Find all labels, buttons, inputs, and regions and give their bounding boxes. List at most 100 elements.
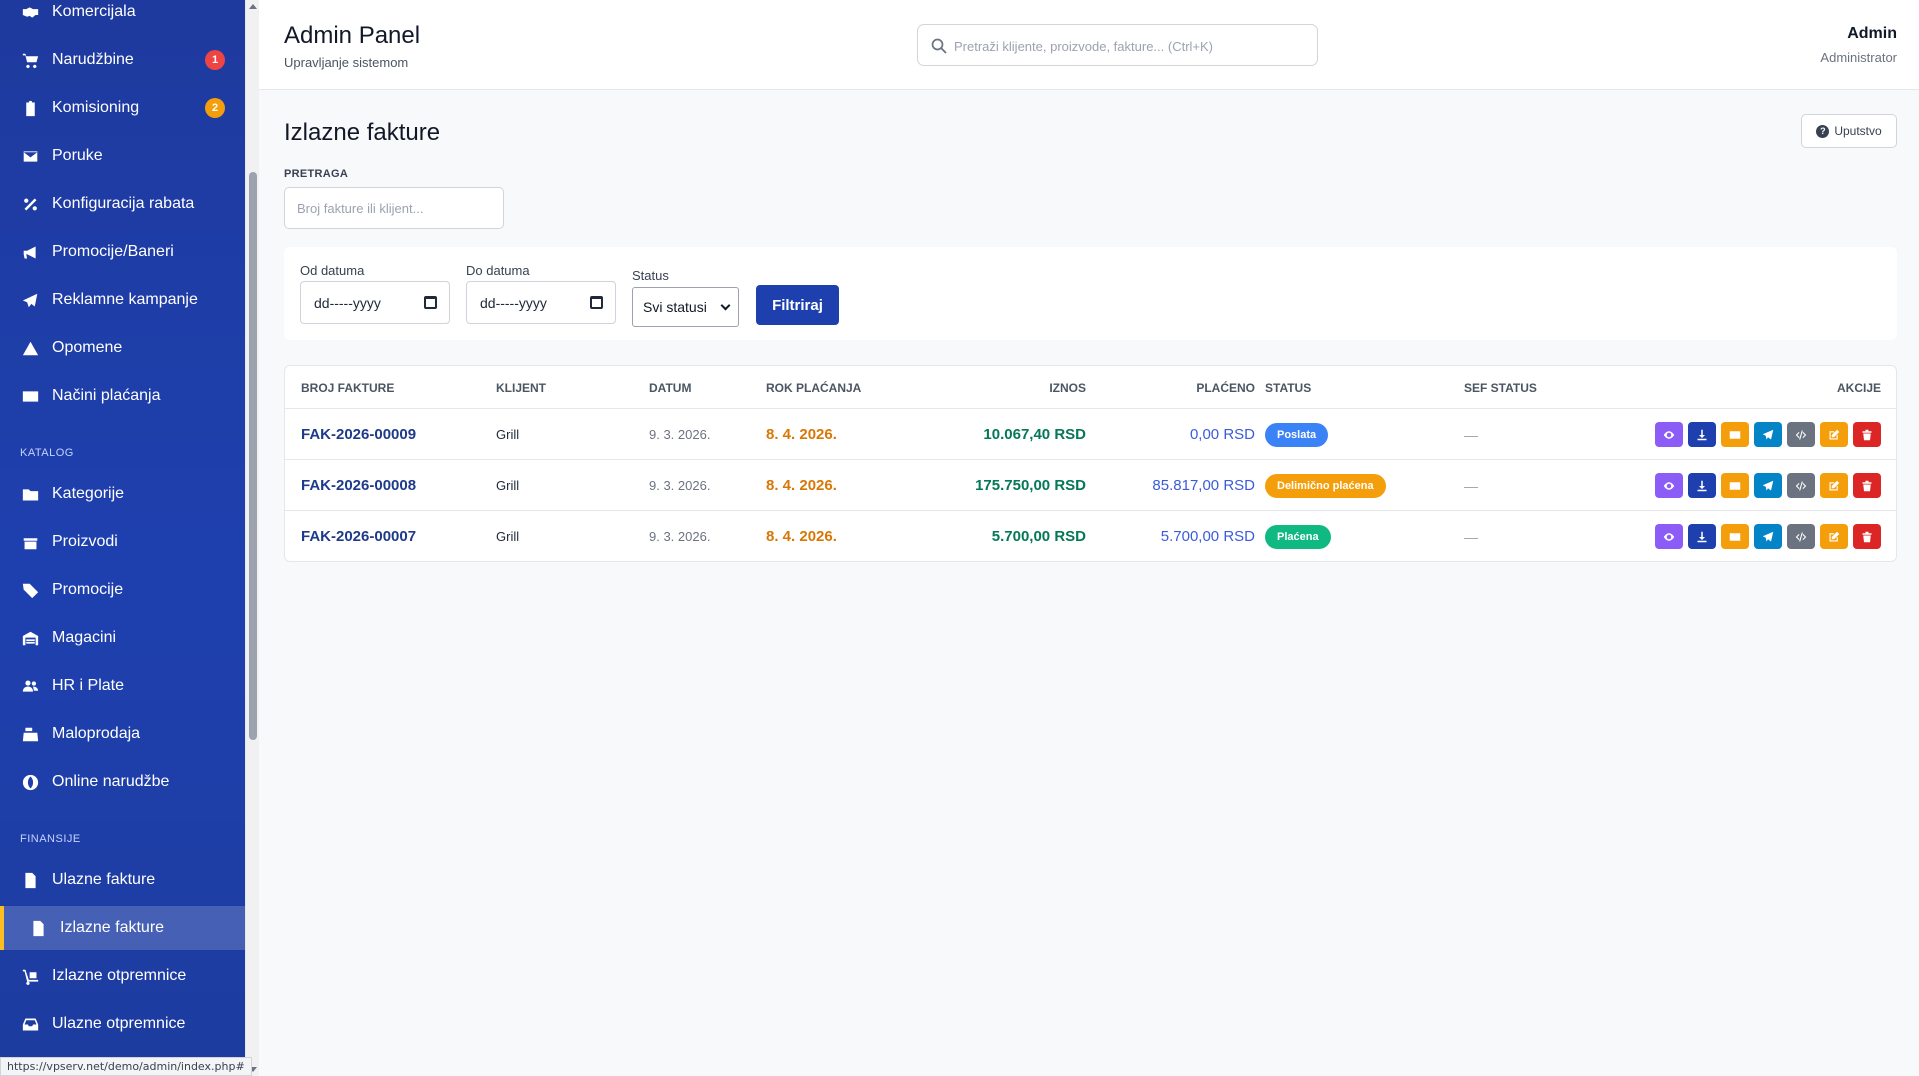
sidebar-item-label: Kategorije: [52, 485, 125, 502]
xml-button[interactable]: [1787, 422, 1815, 447]
global-search-input[interactable]: [954, 35, 1304, 57]
status-filter-value: Svi statusi: [643, 299, 707, 315]
paper-plane-icon: [20, 290, 40, 310]
sidebar-item-magacini[interactable]: Magacini: [0, 616, 245, 660]
column-header: STATUS: [1265, 381, 1312, 395]
folder-icon: [20, 484, 40, 504]
sidebar-item-label: Magacini: [52, 629, 117, 646]
user-name[interactable]: Admin: [1847, 25, 1897, 43]
invoice-number-link[interactable]: FAK-2026-00008: [301, 460, 416, 511]
sidebar-item-narudzbine[interactable]: Narudžbine 1: [0, 38, 245, 82]
sidebar-item-ulazne-otpremnice[interactable]: Ulazne otpremnice: [0, 1002, 245, 1046]
column-header: SEF STATUS: [1464, 381, 1537, 395]
view-button[interactable]: [1655, 422, 1683, 447]
sidebar-item-poruke[interactable]: Poruke: [0, 134, 245, 178]
status-cell: Plaćena: [1265, 511, 1331, 562]
sidebar-item-label: Komercijala: [52, 3, 136, 20]
global-search[interactable]: [917, 24, 1318, 66]
sidebar-item-proizvodi[interactable]: Proizvodi: [0, 520, 245, 564]
email-button[interactable]: [1721, 473, 1749, 498]
sidebar-item-ulazne-fakture[interactable]: Ulazne fakture: [0, 858, 245, 902]
from-date-value: dd-----yyyy: [314, 294, 381, 311]
delete-button[interactable]: [1853, 524, 1881, 549]
sidebar-item-online-narudzbe[interactable]: Online narudžbe: [0, 760, 245, 804]
xml-button[interactable]: [1787, 524, 1815, 549]
calendar-icon[interactable]: [424, 296, 437, 309]
send-button[interactable]: [1754, 473, 1782, 498]
email-button[interactable]: [1721, 524, 1749, 549]
scrollbar-thumb[interactable]: [249, 172, 257, 740]
email-button[interactable]: [1721, 422, 1749, 447]
calendar-icon[interactable]: [590, 296, 603, 309]
download-button[interactable]: [1688, 524, 1716, 549]
sidebar-item-promocije-baneri[interactable]: Promocije/Baneri: [0, 230, 245, 274]
edit-button[interactable]: [1820, 473, 1848, 498]
sidebar-item-konfiguracija-rabata[interactable]: Konfiguracija rabata: [0, 182, 245, 226]
inbox-icon: [20, 1014, 40, 1034]
sidebar-item-reklamne-kampanje[interactable]: Reklamne kampanje: [0, 278, 245, 322]
download-icon: [1697, 429, 1707, 440]
amount-cell: 175.750,00 RSD: [975, 477, 1086, 494]
sidebar-item-komisioning[interactable]: Komisioning 2: [0, 86, 245, 130]
status-filter-select[interactable]: Svi statusi: [632, 287, 739, 327]
sidebar-item-opomene[interactable]: Opomene: [0, 326, 245, 370]
percent-icon: [20, 194, 40, 214]
sidebar-item-izlazne-otpremnice[interactable]: Izlazne otpremnice: [0, 954, 245, 998]
help-button[interactable]: ? Uputstvo: [1801, 114, 1897, 148]
sidebar-item-kategorije[interactable]: Kategorije: [0, 472, 245, 516]
invoice-number-link[interactable]: FAK-2026-00009: [301, 409, 416, 460]
help-button-label: Uputstvo: [1834, 124, 1882, 138]
delete-button[interactable]: [1853, 473, 1881, 498]
sidebar-item-izlazne-fakture[interactable]: Izlazne fakture: [0, 906, 245, 950]
app-subtitle: Upravljanje sistemom: [284, 55, 409, 70]
tags-icon: [20, 580, 40, 600]
column-header: DATUM: [649, 381, 692, 395]
due-date-cell: 8. 4. 2026.: [766, 426, 837, 443]
from-date-input[interactable]: dd-----yyyy: [300, 281, 450, 324]
cart-icon: [20, 50, 40, 70]
warning-icon: [20, 338, 40, 358]
status-cell: Poslata: [1265, 409, 1329, 460]
handshake-icon: [20, 2, 40, 22]
view-button[interactable]: [1655, 473, 1683, 498]
scroll-up-arrow-icon[interactable]: [249, 4, 257, 9]
code-icon: [1795, 481, 1807, 490]
download-button[interactable]: [1688, 473, 1716, 498]
download-button[interactable]: [1688, 422, 1716, 447]
send-button[interactable]: [1754, 422, 1782, 447]
sidebar-item-label: Komisioning: [52, 99, 140, 116]
view-button[interactable]: [1655, 524, 1683, 549]
sidebar-item-hr-i-plate[interactable]: HR i Plate: [0, 664, 245, 708]
invoices-table: BROJ FAKTURE KLIJENT DATUM ROK PLAĆANJA …: [284, 365, 1897, 562]
sidebar-item-label: HR i Plate: [52, 677, 125, 694]
client-cell: Grill: [496, 529, 520, 544]
column-header: IZNOS: [1049, 381, 1086, 395]
xml-button[interactable]: [1787, 473, 1815, 498]
delete-button[interactable]: [1853, 422, 1881, 447]
row-actions: [1655, 422, 1881, 447]
sidebar-item-nacini-placanja[interactable]: Načini plaćanja: [0, 374, 245, 418]
sidebar-item-promocije[interactable]: Promocije: [0, 568, 245, 612]
cash-register-icon: [20, 724, 40, 744]
sidebar-section-katalog: KATALOG: [20, 447, 74, 459]
table-row: FAK-2026-00008 Grill 9. 3. 2026. 8. 4. 2…: [285, 459, 1896, 510]
to-date-input[interactable]: dd-----yyyy: [466, 281, 616, 324]
paper-plane-icon: [1762, 429, 1774, 439]
edit-button[interactable]: [1820, 524, 1848, 549]
edit-button[interactable]: [1820, 422, 1848, 447]
trash-icon: [1862, 480, 1872, 491]
top-header: Admin Panel Upravljanje sistemom Admin A…: [259, 0, 1919, 90]
sidebar-item-label: Promocije: [52, 581, 124, 598]
sidebar-item-label: Poruke: [52, 147, 103, 164]
send-button[interactable]: [1754, 524, 1782, 549]
sidebar-scrollbar[interactable]: [245, 0, 259, 1076]
eye-icon: [1663, 532, 1675, 541]
client-cell: Grill: [496, 478, 520, 493]
trash-icon: [1862, 429, 1872, 440]
sidebar-item-maloprodaja[interactable]: Maloprodaja: [0, 712, 245, 756]
column-header: ROK PLAĆANJA: [766, 381, 862, 395]
invoice-search-input[interactable]: [284, 187, 504, 229]
sidebar-item-komercijala[interactable]: Komercijala: [0, 0, 245, 34]
invoice-number-link[interactable]: FAK-2026-00007: [301, 511, 416, 562]
filter-button[interactable]: Filtriraj: [756, 285, 839, 325]
